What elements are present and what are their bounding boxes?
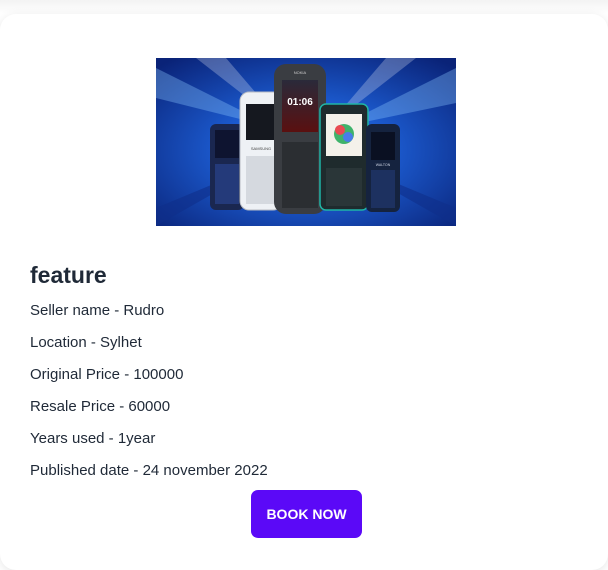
book-now-button[interactable]: Book Now bbox=[251, 490, 362, 538]
phone-black: NOKIA 01:06 bbox=[274, 64, 326, 214]
phone-right: WALTON bbox=[366, 124, 400, 212]
brand-label-right: WALTON bbox=[376, 163, 391, 167]
location: Location - Sylhet bbox=[30, 334, 142, 351]
published-date: Published date - 24 november 2022 bbox=[30, 462, 268, 479]
product-image: SAMSUNG NOKIA 01:06 WALTON bbox=[156, 58, 456, 226]
product-card: SAMSUNG NOKIA 01:06 WALTON feature Selle… bbox=[0, 14, 608, 570]
product-title: feature bbox=[30, 262, 107, 288]
phone-left bbox=[210, 124, 244, 210]
brand-label-black: NOKIA bbox=[294, 70, 307, 75]
feature-phones-image: SAMSUNG NOKIA 01:06 WALTON bbox=[156, 58, 456, 226]
page: SAMSUNG NOKIA 01:06 WALTON feature Selle… bbox=[0, 0, 608, 570]
phone-colorful bbox=[319, 103, 369, 211]
brand-label-white: SAMSUNG bbox=[251, 146, 271, 151]
phone-clock: 01:06 bbox=[287, 97, 313, 108]
original-price: Original Price - 100000 bbox=[30, 366, 184, 383]
resale-price: Resale Price - 60000 bbox=[30, 398, 171, 415]
previous-card-edge bbox=[0, 0, 608, 14]
seller-name: Seller name - Rudro bbox=[30, 302, 165, 319]
years-used: Years used - 1year bbox=[30, 430, 156, 447]
